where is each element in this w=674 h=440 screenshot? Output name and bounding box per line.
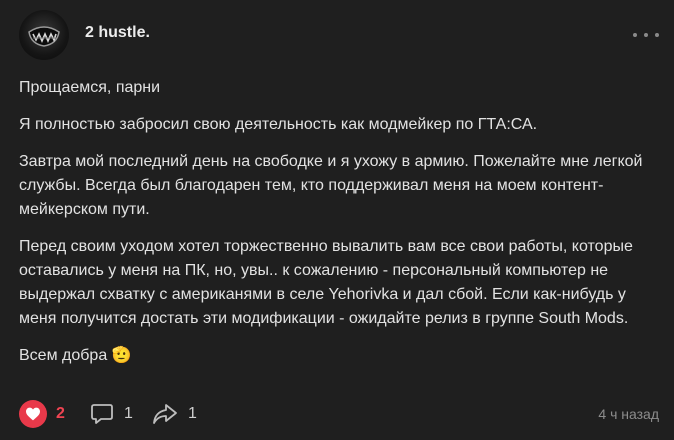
share-icon bbox=[153, 404, 177, 424]
dot bbox=[655, 33, 659, 37]
like-count: 2 bbox=[56, 405, 65, 422]
comment-button[interactable]: 1 bbox=[89, 400, 133, 428]
avatar-image bbox=[28, 26, 60, 47]
post-paragraph: Завтра мой последний день на свободке и … bbox=[19, 153, 643, 218]
like-button[interactable]: 2 bbox=[19, 400, 65, 428]
heart-icon bbox=[19, 400, 47, 428]
post-footer: 2 1 1 4 ч назад bbox=[19, 400, 659, 428]
post-paragraph: Всем добра 🫡 bbox=[19, 347, 132, 364]
post-text: Прощаемся, парни Я полностью забросил св… bbox=[19, 76, 659, 381]
post-paragraph: Прощаемся, парни bbox=[19, 79, 161, 96]
comment-count: 1 bbox=[124, 405, 133, 422]
author-name[interactable]: 2 hustle. bbox=[85, 24, 150, 42]
share-count: 1 bbox=[188, 405, 197, 422]
dot bbox=[644, 33, 648, 37]
avatar[interactable] bbox=[19, 10, 69, 60]
share-button[interactable]: 1 bbox=[151, 400, 197, 428]
more-options-icon[interactable] bbox=[633, 24, 659, 46]
dot bbox=[633, 33, 637, 37]
post-time: 4 ч назад bbox=[598, 406, 659, 422]
post-card: 2 hustle. Прощаемся, парни Я полностью з… bbox=[0, 0, 674, 440]
comment-icon bbox=[91, 404, 113, 424]
post-paragraph: Я полностью забросил свою деятельность к… bbox=[19, 116, 538, 133]
post-paragraph: Перед своим уходом хотел торжественно вы… bbox=[19, 238, 633, 327]
post-header: 2 hustle. bbox=[19, 10, 659, 60]
